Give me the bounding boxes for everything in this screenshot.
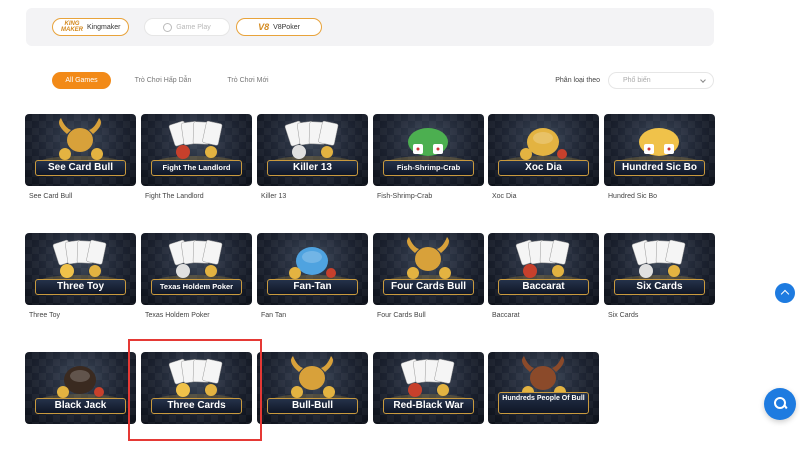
game-card[interactable]: Three Toy Three Toy	[25, 233, 136, 319]
game-card[interactable]: Black Jack	[25, 352, 136, 424]
game-card[interactable]: Six Cards Six Cards	[604, 233, 715, 319]
chevron-down-icon	[700, 77, 706, 83]
game-title-banner: See Card Bull	[35, 160, 126, 176]
game-card[interactable]: Hundred Sic Bo Hundred Sic Bo	[604, 114, 715, 200]
game-name[interactable]: Fan Tan	[257, 312, 368, 319]
game-name[interactable]: Killer 13	[257, 193, 368, 200]
game-thumbnail[interactable]: Three Toy	[25, 233, 136, 305]
game-title-banner: Hundreds People Of Bull	[498, 392, 589, 414]
game-title-banner: Red-Black War	[383, 398, 474, 414]
sort-label: Phân loại theo	[555, 77, 600, 84]
game-card[interactable]: Fan-Tan Fan Tan	[257, 233, 368, 319]
scroll-to-top-button[interactable]	[775, 283, 795, 303]
game-thumbnail[interactable]: Texas Holdem Poker	[141, 233, 252, 305]
sort-dropdown[interactable]: Phổ biến	[608, 72, 714, 89]
provider-label: Kingmaker	[87, 23, 121, 31]
gameplay-icon	[163, 22, 173, 32]
game-name[interactable]: See Card Bull	[25, 193, 136, 200]
game-thumbnail[interactable]: Fan-Tan	[257, 233, 368, 305]
game-card[interactable]: Red-Black War	[373, 352, 484, 424]
provider-v8poker[interactable]: V8 V8Poker	[236, 18, 322, 36]
game-title-banner: Three Toy	[35, 279, 126, 295]
game-name[interactable]: Xoc Dia	[488, 193, 599, 200]
game-card[interactable]: Four Cards Bull Four Cards Bull	[373, 233, 484, 319]
game-title-banner: Bull-Bull	[267, 398, 358, 414]
tab-all-games[interactable]: All Games	[52, 72, 111, 89]
game-title-banner: Fish-Shrimp-Crab	[383, 160, 474, 176]
game-title-banner: Black Jack	[35, 398, 126, 414]
game-name[interactable]: Fish-Shrimp-Crab	[373, 193, 484, 200]
game-name[interactable]: Hundred Sic Bo	[604, 193, 715, 200]
game-thumbnail[interactable]: Four Cards Bull	[373, 233, 484, 305]
selection-highlight	[128, 339, 262, 441]
game-title-banner: Four Cards Bull	[383, 279, 474, 295]
game-name[interactable]: Texas Holdem Poker	[141, 312, 252, 319]
filter-row: All Games Trò Chơi Hấp Dẫn Trò Chơi Mới …	[52, 72, 714, 90]
game-card[interactable]: Xoc Dia Xoc Dia	[488, 114, 599, 200]
kingmaker-logo: KING MAKER	[61, 21, 83, 33]
tab-attractive-games[interactable]: Trò Chơi Hấp Dẫn	[128, 72, 198, 89]
game-name[interactable]: Four Cards Bull	[373, 312, 484, 319]
game-card[interactable]: Killer 13 Killer 13	[257, 114, 368, 200]
game-thumbnail[interactable]: Six Cards	[604, 233, 715, 305]
game-thumbnail[interactable]: Fish-Shrimp-Crab	[373, 114, 484, 186]
provider-bar: KING MAKER Kingmaker Game Play V8 V8Poke…	[26, 8, 714, 46]
game-title-banner: Xoc Dia	[498, 160, 589, 176]
game-thumbnail[interactable]: Killer 13	[257, 114, 368, 186]
tab-new-games[interactable]: Trò Chơi Mới	[220, 72, 276, 89]
chat-support-button[interactable]	[764, 388, 796, 420]
game-thumbnail[interactable]: Black Jack	[25, 352, 136, 424]
sort-value: Phổ biến	[623, 77, 651, 84]
game-title-banner: Six Cards	[614, 279, 705, 295]
game-name[interactable]: Three Toy	[25, 312, 136, 319]
game-card[interactable]: Baccarat Baccarat	[488, 233, 599, 319]
game-thumbnail[interactable]: Baccarat	[488, 233, 599, 305]
provider-gameplay[interactable]: Game Play	[144, 18, 230, 36]
game-name[interactable]: Baccarat	[488, 312, 599, 319]
game-title-banner: Fan-Tan	[267, 279, 358, 295]
provider-label: Game Play	[176, 23, 211, 31]
game-card[interactable]: See Card Bull See Card Bull	[25, 114, 136, 200]
game-thumbnail[interactable]: Xoc Dia	[488, 114, 599, 186]
game-title-banner: Hundred Sic Bo	[614, 160, 705, 176]
game-name[interactable]: Fight The Landlord	[141, 193, 252, 200]
game-thumbnail[interactable]: Red-Black War	[373, 352, 484, 424]
v8-logo: V8	[258, 22, 270, 32]
game-thumbnail[interactable]: Hundred Sic Bo	[604, 114, 715, 186]
game-card[interactable]: Texas Holdem Poker Texas Holdem Poker	[141, 233, 252, 319]
game-thumbnail[interactable]: Fight The Landlord	[141, 114, 252, 186]
game-thumbnail[interactable]: Hundreds People Of Bull	[488, 352, 599, 424]
game-title-banner: Fight The Landlord	[151, 160, 242, 176]
game-thumbnail[interactable]: Bull-Bull	[257, 352, 368, 424]
provider-label: V8Poker	[273, 23, 300, 31]
game-title-banner: Texas Holdem Poker	[151, 279, 242, 295]
game-card[interactable]: Fish-Shrimp-Crab Fish-Shrimp-Crab	[373, 114, 484, 200]
game-name[interactable]: Six Cards	[604, 312, 715, 319]
game-title-banner: Killer 13	[267, 160, 358, 176]
game-card[interactable]: Bull-Bull	[257, 352, 368, 424]
game-card[interactable]: Fight The Landlord Fight The Landlord	[141, 114, 252, 200]
game-title-banner: Baccarat	[498, 279, 589, 295]
game-card[interactable]: Hundreds People Of Bull	[488, 352, 599, 424]
provider-kingmaker[interactable]: KING MAKER Kingmaker	[52, 18, 130, 36]
game-thumbnail[interactable]: See Card Bull	[25, 114, 136, 186]
